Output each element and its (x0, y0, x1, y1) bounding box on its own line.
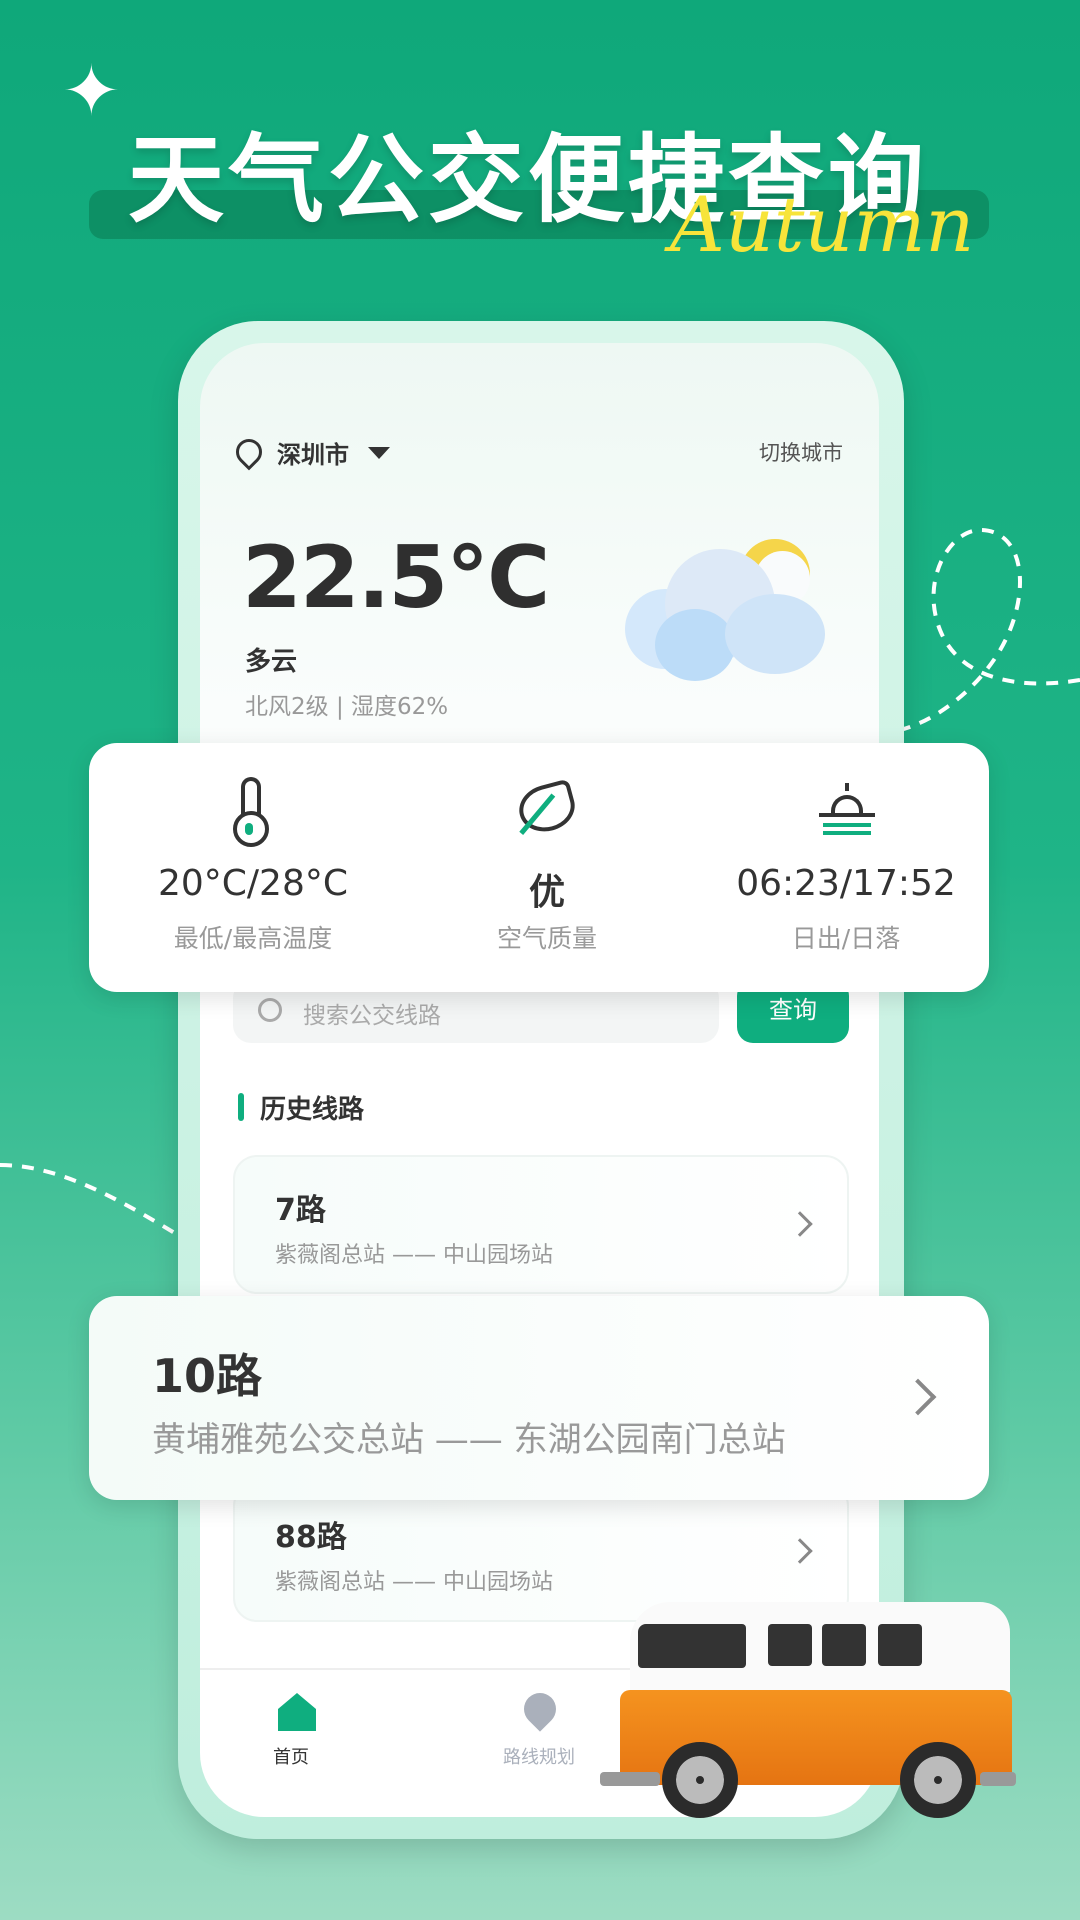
switch-city-link[interactable]: 切换城市 (759, 437, 843, 467)
route-item-10-highlight[interactable]: 10路 黄埔雅苑公交总站 —— 东湖公园南门总站 (89, 1296, 989, 1500)
location-pin-icon (230, 433, 268, 471)
section-accent-bar (238, 1093, 244, 1121)
route-name: 10路 (152, 1349, 263, 1403)
search-icon (258, 998, 282, 1022)
tab-label: 首页 (273, 1747, 309, 1768)
route-name: 7路 (275, 1193, 326, 1228)
route-name: 88路 (275, 1520, 347, 1555)
autumn-script: Autumn (670, 180, 975, 269)
leaf-icon (514, 778, 580, 838)
cloud-moon-icon (625, 539, 828, 681)
search-placeholder: 搜索公交线路 (303, 1003, 441, 1029)
route-icon (517, 1686, 563, 1732)
chevron-right-icon (787, 1211, 813, 1237)
chevron-right-icon (787, 1538, 813, 1564)
sunrise-sunset-label: 日出/日落 (791, 924, 901, 953)
route-stops: 紫薇阁总站 —— 中山园场站 (275, 1243, 553, 1268)
air-quality-label: 空气质量 (496, 924, 598, 953)
city-selector[interactable]: 深圳市 (277, 435, 349, 470)
tab-home[interactable]: 首页 (260, 1693, 332, 1773)
weather-stats-card: 20°C/28°C 最低/最高温度 优 空气质量 06:23/17:52 日出/… (89, 743, 989, 992)
temp-range-value: 20°C/28°C (157, 863, 349, 904)
tab-route-planning[interactable]: 路线规划 (500, 1686, 580, 1773)
caret-down-icon[interactable] (368, 447, 390, 459)
sunrise-icon (817, 783, 877, 835)
weather-condition: 多云 (245, 647, 298, 677)
weather-detail: 北风2级 | 湿度62% (245, 694, 449, 720)
route-stops: 黄埔雅苑公交总站 —— 东湖公园南门总站 (152, 1420, 786, 1460)
chevron-right-icon (899, 1378, 937, 1416)
air-quality-value: 优 (528, 872, 566, 913)
route-stops: 紫薇阁总站 —— 中山园场站 (275, 1570, 553, 1595)
bus-illustration (600, 1602, 1016, 1818)
app-screen: 深圳市 切换城市 22.5°C 多云 北风2级 | 湿度62% 搜索公交线路 查… (200, 343, 879, 1817)
temp-range-label: 最低/最高温度 (173, 924, 333, 953)
thermometer-icon (233, 777, 269, 847)
home-icon (278, 1693, 316, 1709)
route-item-88[interactable]: 88路 紫薇阁总站 —— 中山园场站 (233, 1482, 849, 1622)
sparkle-icon: ✦ (62, 50, 121, 132)
current-temperature: 22.5°C (242, 528, 550, 628)
dashed-curve-right (900, 527, 1080, 732)
dashed-curve-left (0, 1163, 180, 1237)
sunrise-sunset-value: 06:23/17:52 (736, 863, 956, 904)
route-item-7[interactable]: 7路 紫薇阁总站 —— 中山园场站 (233, 1155, 849, 1294)
history-title: 历史线路 (260, 1095, 365, 1125)
tab-label: 路线规划 (503, 1747, 575, 1768)
